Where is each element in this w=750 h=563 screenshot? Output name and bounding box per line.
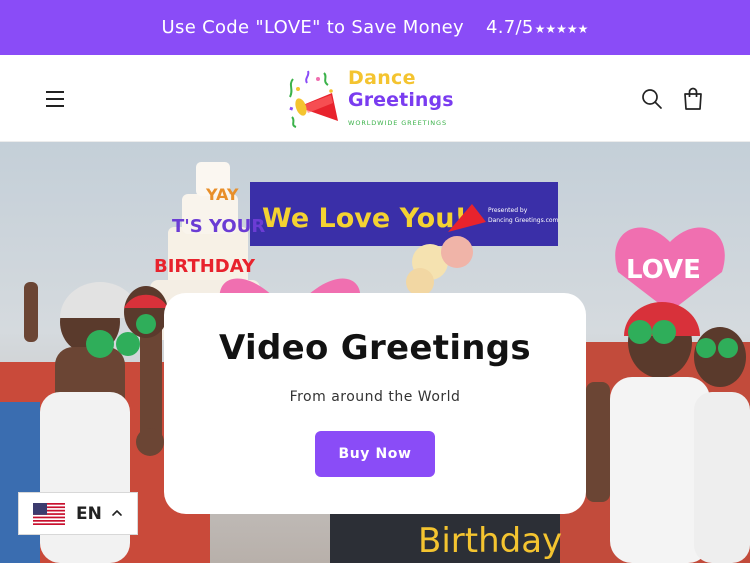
logo-tagline: WORLDWIDE GREETINGS: [348, 119, 447, 127]
search-icon: [642, 89, 662, 109]
logo-word-dance: Dance: [348, 67, 416, 89]
hero-card: Video Greetings From around the World Bu…: [164, 293, 586, 514]
banner-text: We Love You!: [262, 203, 467, 234]
us-flag-icon: [33, 503, 65, 525]
svg-text:Presented by: Presented by: [488, 207, 528, 214]
menu-button[interactable]: [44, 87, 68, 111]
language-selector[interactable]: EN: [18, 492, 138, 535]
menu-icon: [46, 91, 64, 93]
hero-subtitle: From around the World: [289, 389, 461, 405]
svg-text:T'S YOUR: T'S YOUR: [172, 216, 265, 237]
chevron-up-icon: [112, 510, 122, 516]
announcement-text: Use Code "LOVE" to Save Money: [161, 17, 464, 38]
svg-text:Dancing Greetings.com: Dancing Greetings.com: [488, 217, 559, 224]
announcement-bar: Use Code "LOVE" to Save Money 4.7/5★★★★★: [0, 0, 750, 55]
rating-value: 4.7/5: [485, 17, 534, 38]
svg-text:Birthday: Birthday: [418, 521, 562, 561]
party-popper-icon: [289, 70, 338, 128]
hero-title: Video Greetings: [219, 328, 531, 368]
heart-text: LOVE: [626, 255, 701, 285]
search-button[interactable]: [640, 87, 664, 111]
logo-word-greetings: Greetings: [348, 89, 454, 111]
svg-text:BIRTHDAY: BIRTHDAY: [154, 256, 256, 277]
language-code: EN: [76, 504, 102, 524]
rating-stars: ★★★★★: [534, 22, 589, 36]
cart-icon: [684, 87, 702, 110]
buy-now-button[interactable]: Buy Now: [315, 431, 435, 477]
svg-text:YAY: YAY: [205, 185, 239, 204]
site-header: Dance Greetings WORLDWIDE GREETINGS: [0, 55, 750, 142]
rating-text: 4.7/5★★★★★: [486, 17, 588, 38]
logo[interactable]: Dance Greetings WORLDWIDE GREETINGS: [284, 65, 464, 133]
cart-button[interactable]: [681, 86, 705, 112]
